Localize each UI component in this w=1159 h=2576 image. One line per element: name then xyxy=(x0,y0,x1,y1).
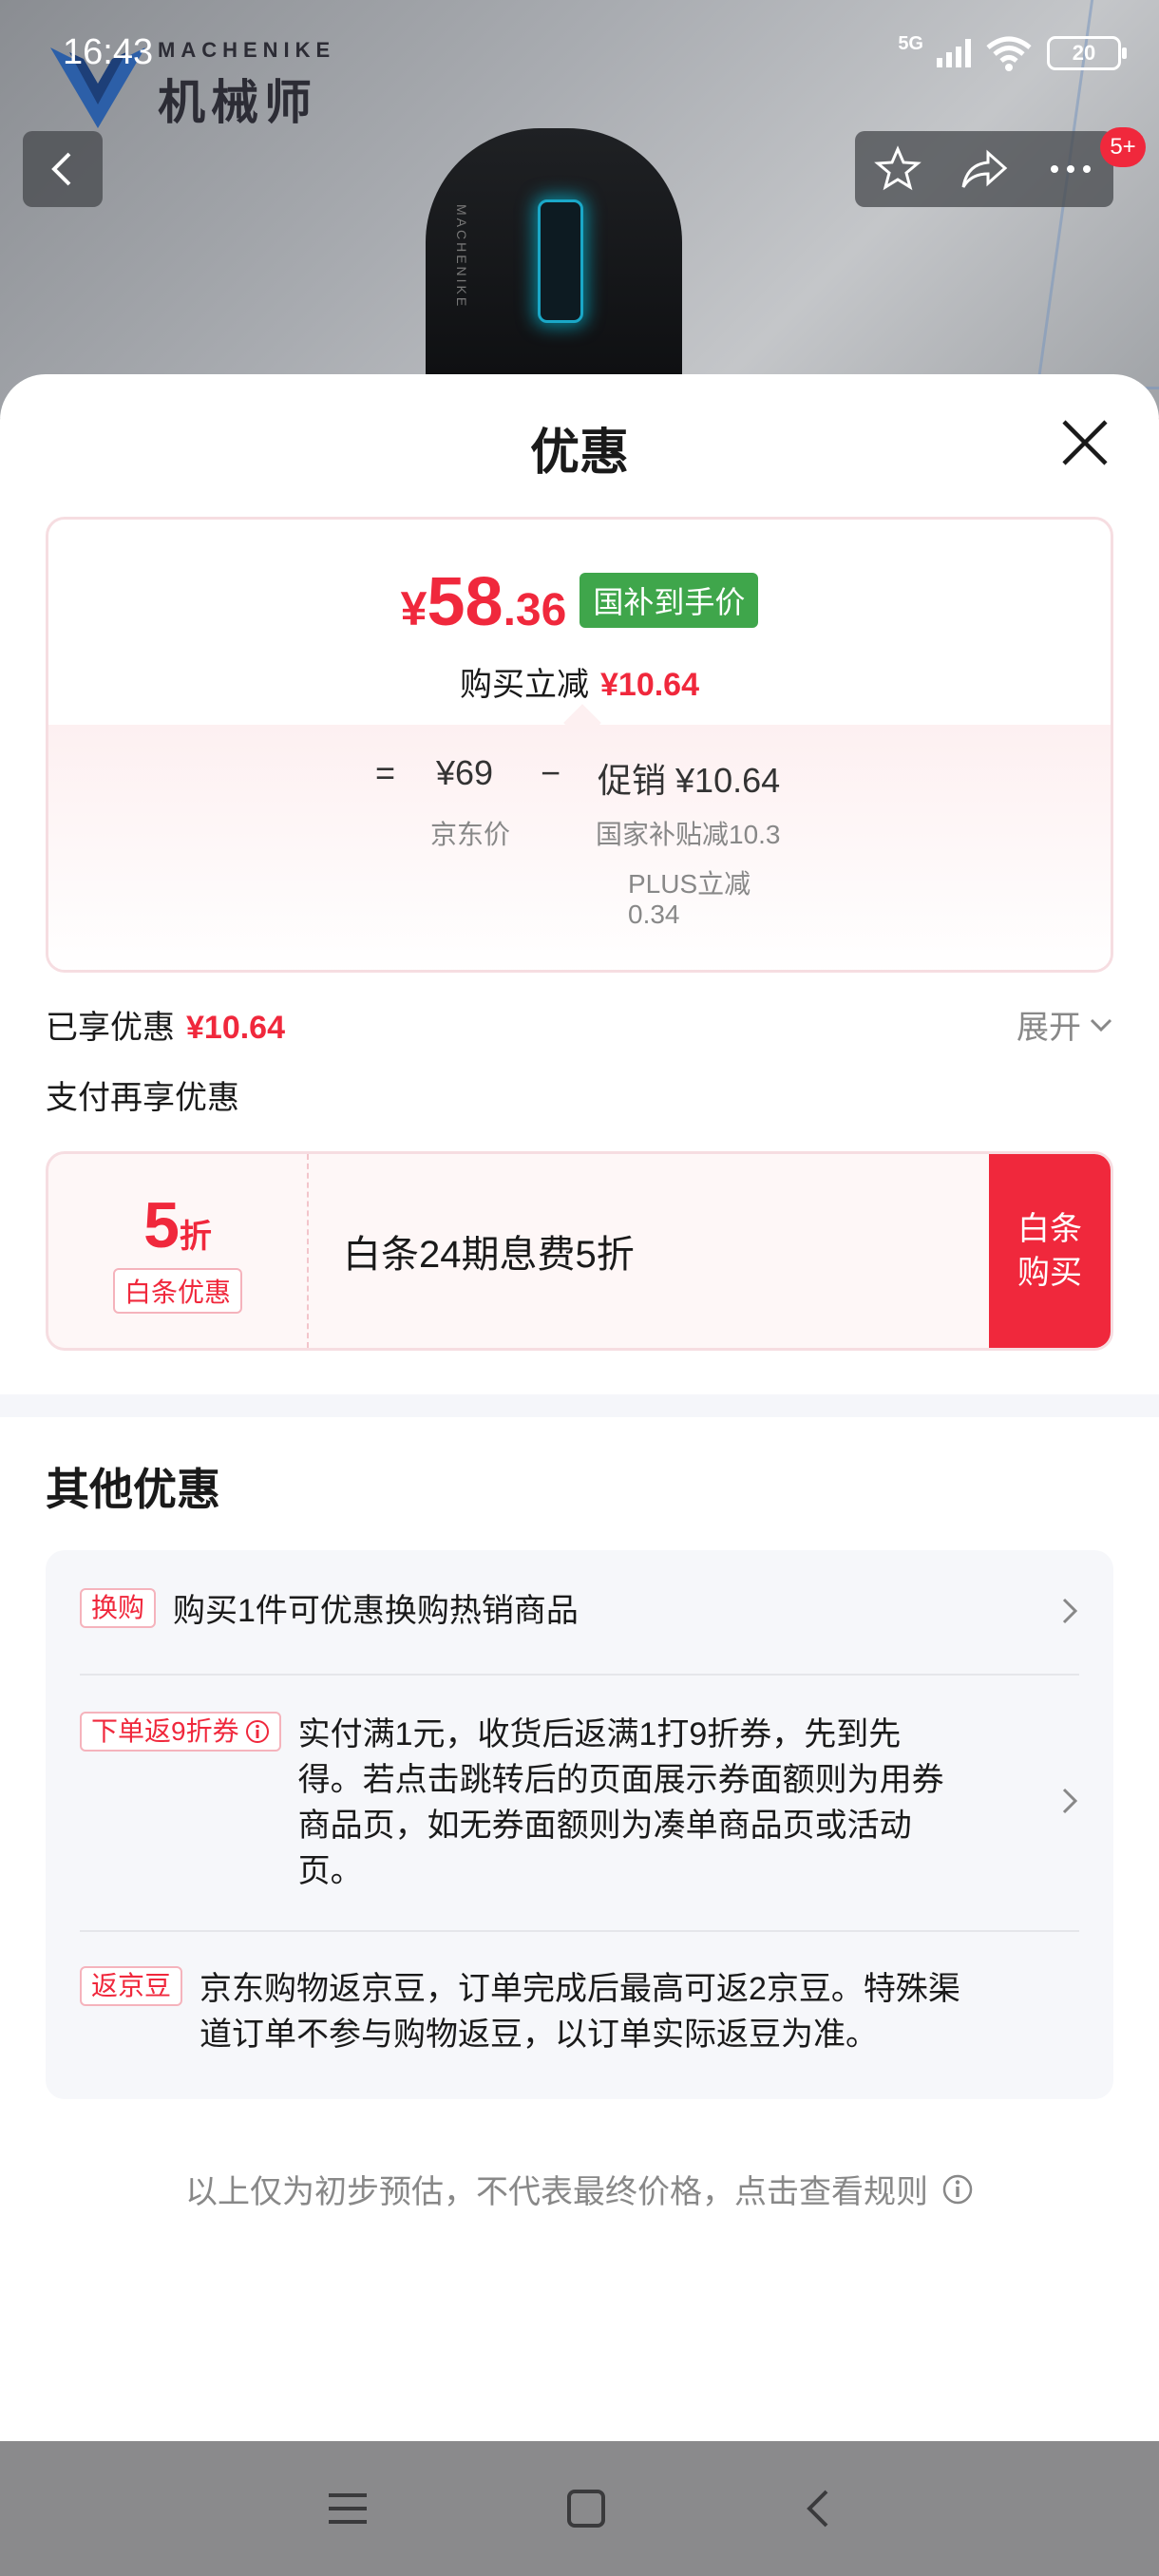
price-card: ¥58.36 国补到手价 购买立减 ¥10.64 = ¥69 京东价 − 促销 ¥… xyxy=(46,517,1113,973)
home-icon[interactable] xyxy=(565,2488,607,2529)
final-price: ¥58.36 xyxy=(400,564,567,640)
more-icon[interactable] xyxy=(1047,160,1094,179)
wifi-icon xyxy=(986,36,1032,71)
baitiao-description: 白条24期息费5折 xyxy=(343,1234,635,1276)
expand-button[interactable]: 展开 xyxy=(1016,1001,1113,1048)
info-icon[interactable] xyxy=(245,1719,270,1744)
status-bar: 16:43 5G 20 xyxy=(0,0,1159,104)
star-icon[interactable] xyxy=(874,145,922,193)
pay-more-label: 支付再享优惠 xyxy=(46,1080,239,1116)
back-nav-icon[interactable] xyxy=(804,2488,832,2529)
jd-price: ¥69 xyxy=(436,753,494,792)
instant-discount: 购买立减 ¥10.64 xyxy=(460,667,699,703)
back-button[interactable] xyxy=(23,131,103,207)
chevron-down-icon xyxy=(1090,1018,1112,1032)
subsidy-price-tag: 国补到手价 xyxy=(580,573,759,628)
other-offers-list: 换购 购买1件可优惠换购热销商品 下单返9折券 实付满1元，收货后返满1打9折券… xyxy=(46,1550,1113,2099)
offer-divider xyxy=(80,1674,1079,1676)
message-badge: 5+ xyxy=(1100,127,1146,167)
offer-item-jd-beans: 返京豆 京东购物返京豆，订单完成后最高可返2京豆。特殊渠 道订单不参与购物返豆，… xyxy=(80,1966,1079,2057)
offer-tag: 下单返9折券 xyxy=(80,1712,281,1752)
national-subsidy-detail: 国家补贴减10.3 xyxy=(596,820,781,849)
signal-icon xyxy=(937,39,971,67)
battery-indicator: 20 xyxy=(1047,36,1127,70)
mouse-logo: MACHENIKE xyxy=(454,204,469,310)
baitiao-offer-card[interactable]: 5折 白条优惠 白条24期息费5折 白条 购买 xyxy=(46,1151,1113,1351)
offer-text: 购买1件可优惠换购热销商品 xyxy=(173,1593,579,1629)
offer-text: 实付满1元，收货后返满1打9折券，先到先 得。若点击跳转后的页面展示券面额则为用… xyxy=(297,1716,944,1889)
minus-sign: − xyxy=(541,753,561,792)
product-actions xyxy=(855,131,1113,207)
offer-tag: 返京豆 xyxy=(80,1966,183,2006)
promotion-sheet: 优惠 ¥58.36 国补到手价 购买立减 ¥10.64 = ¥69 京东价 − … xyxy=(0,374,1159,2441)
offer-item-exchange[interactable]: 换购 购买1件可优惠换购热销商品 xyxy=(80,1588,1079,1634)
baitiao-buy-button[interactable]: 白条 购买 xyxy=(989,1154,1111,1348)
status-time: 16:43 xyxy=(63,32,154,72)
equals-sign: = xyxy=(375,753,396,792)
baitiao-tag: 白条优惠 xyxy=(112,1268,242,1314)
chevron-left-icon xyxy=(51,152,71,186)
promo-amount: 促销 ¥10.64 xyxy=(598,761,781,800)
offer-text: 京东购物返京豆，订单完成后最高可返2京豆。特殊渠 道订单不参与购物返豆，以订单实… xyxy=(200,1971,960,2053)
offer-divider xyxy=(80,1930,1079,1932)
enjoyed-discount: 已享优惠 ¥10.64 xyxy=(46,1010,285,1046)
other-offers-title: 其他优惠 xyxy=(46,1465,220,1514)
baitiao-discount: 5折 xyxy=(143,1189,212,1261)
network-type: 5G xyxy=(898,32,923,54)
plus-discount-detail: PLUS立减 xyxy=(628,869,751,899)
sheet-title: 优惠 xyxy=(529,426,629,481)
system-nav-bar xyxy=(0,2441,1159,2576)
offer-tag: 换购 xyxy=(80,1588,157,1628)
chevron-right-icon xyxy=(1062,1598,1078,1624)
plus-discount-value: 0.34 xyxy=(628,900,680,929)
jd-price-label: 京东价 xyxy=(430,820,511,849)
offer-item-coupon[interactable]: 下单返9折券 实付满1元，收货后返满1打9折券，先到先 得。若点击跳转后的页面展… xyxy=(80,1712,1079,1894)
close-icon[interactable] xyxy=(1056,414,1113,471)
price-breakdown: = ¥69 京东价 − 促销 ¥10.64 国家补贴减10.3 PLUS立减 0… xyxy=(48,725,1111,970)
mouse-wheel xyxy=(538,199,583,323)
section-divider xyxy=(0,1394,1159,1417)
chevron-right-icon xyxy=(1062,1788,1078,1814)
price-rules-link[interactable]: 以上仅为初步预估，不代表最终价格，点击查看规则 xyxy=(0,2166,1159,2212)
info-icon xyxy=(942,2174,973,2204)
share-icon[interactable] xyxy=(960,145,1009,193)
menu-icon[interactable] xyxy=(327,2490,369,2528)
